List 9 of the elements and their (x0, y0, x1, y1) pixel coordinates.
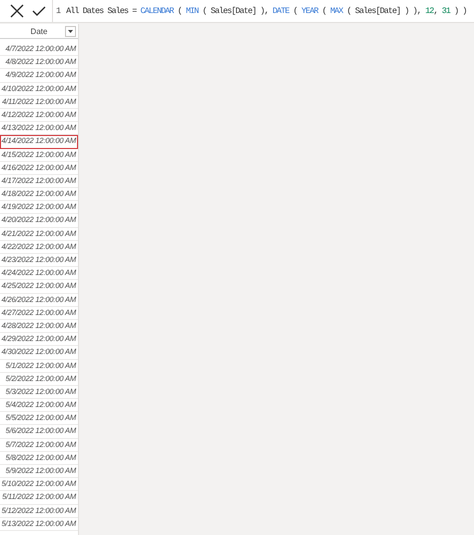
cancel-button[interactable] (8, 2, 26, 20)
caret-icon (68, 30, 73, 33)
checkmark-icon (32, 5, 46, 17)
line-number: 1 (56, 6, 60, 16)
column-header[interactable]: Date (0, 24, 78, 39)
filter-dropdown-button[interactable] (65, 26, 76, 37)
formula-text: All Dates Sales = CALENDAR ( MIN ( Sales[Date] ), DATE ( YEAR ( MAX ( Sales[Date] ) ), 12, 31 ) ) (66, 6, 467, 16)
column-title: Date (30, 26, 48, 36)
close-icon (10, 4, 24, 18)
